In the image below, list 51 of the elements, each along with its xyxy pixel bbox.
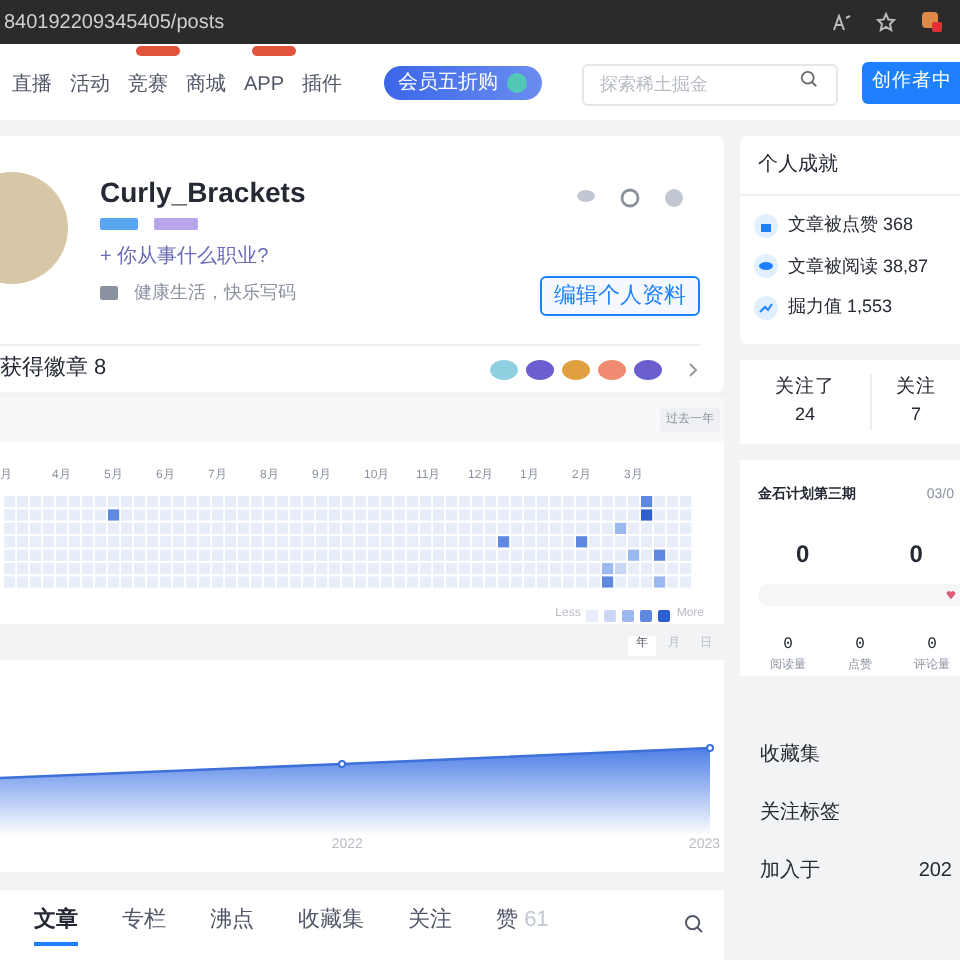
stat-value: 0 (927, 634, 937, 658)
follow-count: 24 (794, 402, 815, 429)
job-prompt-link[interactable]: + 你从事什么职业? (100, 242, 306, 272)
trend-icon (754, 295, 778, 320)
read-aloud-icon[interactable] (832, 13, 852, 31)
url-text[interactable]: 840192209345405/posts (0, 7, 225, 37)
content-tab[interactable]: 收藏集 (298, 904, 364, 945)
user-name: Curly_Brackets (100, 174, 306, 210)
sidebar-link[interactable]: 关注标签 (760, 798, 840, 828)
follow-label[interactable]: 关注了 (775, 374, 835, 403)
content-tab[interactable]: 赞 61 (496, 904, 549, 945)
chevron-right-icon[interactable] (684, 361, 700, 378)
nav-link[interactable]: 商城 (186, 74, 226, 96)
nav-link[interactable]: APP (244, 74, 285, 96)
stat-value: 0 (855, 634, 865, 658)
join-date: 202 (918, 858, 952, 886)
sidebar-link[interactable]: 收藏集 (760, 740, 820, 770)
search-field[interactable]: 探索稀土掘金 (582, 63, 839, 105)
achievement-text: 文章被点赞 368 (788, 212, 914, 238)
sidebar-link[interactable]: 加入于 (760, 856, 820, 886)
content-tab[interactable]: 沸点 (210, 904, 254, 945)
achievement-text: 文章被阅读 38,87 (788, 253, 929, 279)
extension-icon[interactable] (920, 10, 944, 34)
favorite-icon[interactable] (876, 12, 896, 32)
badges-label: 获得徽章 8 (0, 353, 107, 385)
edit-profile-button[interactable]: 编辑个人资料 (540, 276, 700, 316)
content-tab[interactable]: 文章 (34, 904, 78, 945)
card-title: 个人成就 (740, 136, 960, 196)
plan-count: 0 (796, 537, 810, 571)
follow-label[interactable]: 关注 (896, 374, 936, 403)
heart-icon (946, 589, 956, 600)
achievement-text: 掘力值 1,553 (788, 294, 893, 320)
creator-button[interactable]: 创作者中 (862, 61, 960, 103)
thumbs-up-icon (754, 213, 778, 238)
nav-link[interactable]: 直播 (12, 74, 52, 96)
nav-link[interactable]: 插件 (302, 74, 343, 96)
avatar (0, 172, 72, 284)
mascot-icon (506, 71, 529, 93)
stat-value: 0 (783, 634, 793, 658)
follow-count: 7 (910, 402, 921, 429)
nav-link[interactable]: 活动 (70, 74, 110, 96)
search-icon[interactable] (800, 70, 819, 88)
bio-text: 健康生活，快乐写码 (134, 280, 296, 306)
nav-link[interactable]: 竞赛 (128, 74, 168, 96)
promo-button[interactable]: 会员五折购 (384, 65, 543, 99)
plan-count: 0 (909, 537, 923, 571)
level-badge-icon (100, 218, 138, 230)
level-badge-icon (154, 218, 198, 230)
content-tab[interactable]: 专栏 (122, 904, 166, 945)
content-tab[interactable]: 关注 (408, 904, 452, 945)
search-icon[interactable] (684, 914, 704, 935)
